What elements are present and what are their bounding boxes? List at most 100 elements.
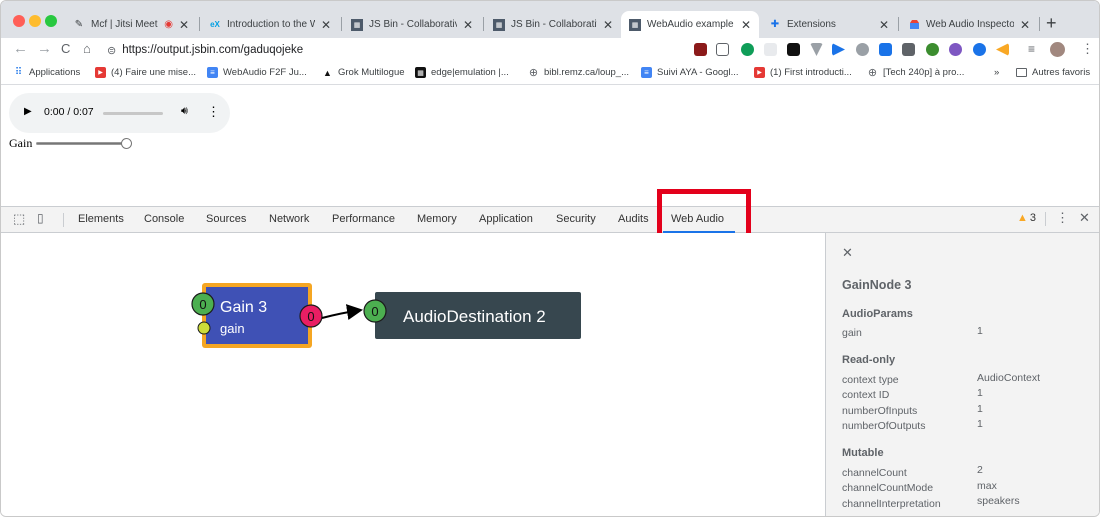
chat-icon[interactable] <box>856 43 869 56</box>
browser-toolbar: ← → C ⌂ ⊜ https://output.jsbin.com/gaduq… <box>1 38 1099 63</box>
tab-title: WebAudio example of <box>647 19 735 30</box>
bookmark-folder-autres-favoris[interactable]: Autres favoris <box>1016 67 1090 78</box>
bookmark-youtube-2[interactable]: ▶ (1) First introducti... <box>754 67 852 78</box>
bookmarks-bar: ⠿ Applications ▶ (4) Faire une mise... ≡… <box>1 63 1099 85</box>
tab-title: Web Audio Inspector <box>926 19 1014 30</box>
filter-icon[interactable] <box>810 43 823 56</box>
close-devtools-icon[interactable]: ✕ <box>1079 210 1090 226</box>
circle-extension-icon[interactable] <box>949 43 962 56</box>
tab-security[interactable]: Security <box>556 213 596 225</box>
tab-webaudio-example[interactable]: ▦ WebAudio example of ✕ <box>621 11 759 38</box>
tab-audits[interactable]: Audits <box>618 213 649 225</box>
avatar[interactable] <box>1050 42 1065 57</box>
property-value: 1 <box>977 418 983 430</box>
reading-list-icon[interactable]: ≡ <box>1028 42 1035 56</box>
close-tab-icon[interactable]: ✕ <box>603 18 613 32</box>
close-tab-icon[interactable]: ✕ <box>741 18 751 32</box>
tab-title: JS Bin - Collaborative <box>369 19 457 30</box>
bookmark-webaudio-f2f[interactable]: ≡ WebAudio F2F Ju... <box>207 67 307 78</box>
share-icon[interactable] <box>832 43 845 56</box>
bookmark-youtube-1[interactable]: ▶ (4) Faire une mise... <box>95 67 196 78</box>
play-icon[interactable]: ▶ <box>24 106 32 117</box>
property-value: AudioContext <box>977 372 1041 384</box>
facebook-icon[interactable] <box>902 43 915 56</box>
tab-application[interactable]: Application <box>479 213 533 225</box>
forward-icon[interactable]: → <box>37 40 52 57</box>
tab-performance[interactable]: Performance <box>332 213 395 225</box>
close-tab-icon[interactable]: ✕ <box>463 18 473 32</box>
tab-web-audio-inspector[interactable]: Web Audio Inspector ✕ <box>900 11 1038 38</box>
devtools-menu-icon[interactable]: ⋮ <box>1056 210 1069 226</box>
destination-input-port[interactable]: 0 <box>363 299 387 323</box>
audio-progress-track[interactable] <box>103 112 163 115</box>
section-heading: Read-only <box>842 354 896 366</box>
inspect-element-icon[interactable]: ⬚ <box>13 211 25 227</box>
close-window-button[interactable] <box>13 15 25 27</box>
browser-menu-icon[interactable]: ⋮ <box>1081 41 1094 57</box>
address-url: https://output.jsbin.com/gaduqojeke <box>122 44 304 56</box>
location-pin-icon[interactable] <box>741 43 754 56</box>
close-tab-icon[interactable]: ✕ <box>879 18 889 32</box>
reload-icon[interactable]: C <box>61 41 70 56</box>
gain-node[interactable]: Gain 3 gain <box>202 283 312 348</box>
bookmark-suivi-aya[interactable]: ≡ Suivi AYA - Googl... <box>641 67 739 78</box>
ublock-icon[interactable] <box>694 43 707 56</box>
gain-slider-thumb[interactable] <box>121 137 133 149</box>
home-icon[interactable]: ⌂ <box>83 41 91 56</box>
new-tab-icon[interactable]: + <box>1046 13 1057 34</box>
tab-elements[interactable]: Elements <box>78 213 124 225</box>
jsbin-icon: ▦ <box>351 18 363 31</box>
bookmark-extension-icon[interactable] <box>996 43 1009 56</box>
gain-input-port[interactable]: 0 <box>191 292 215 316</box>
draw-icon[interactable] <box>716 43 729 56</box>
tab-console[interactable]: Console <box>144 213 184 225</box>
close-tab-icon[interactable]: ✕ <box>1020 18 1030 32</box>
gain-output-port[interactable]: 0 <box>299 304 323 328</box>
close-tab-icon[interactable]: ✕ <box>321 18 331 32</box>
youtube-icon: ▶ <box>95 67 106 78</box>
bookmark-bibl[interactable]: ⊕ bibl.remz.ca/loup_... <box>528 67 629 79</box>
gain-label: Gain <box>9 136 33 150</box>
maximize-window-button[interactable] <box>45 15 57 27</box>
minimize-window-button[interactable] <box>29 15 41 27</box>
dot-extension-icon[interactable] <box>973 43 986 56</box>
tab-network[interactable]: Network <box>269 213 309 225</box>
blank-extension-icon[interactable] <box>764 43 777 56</box>
more-bookmarks-button[interactable]: » <box>994 67 999 78</box>
tab-title: Extensions <box>787 19 836 30</box>
warning-count: 3 <box>1029 212 1037 224</box>
tab-jitsi[interactable]: ✎ Mcf | Jitsi Meet ◉ ✕ <box>65 11 197 38</box>
tab-jsbin-1[interactable]: ▦ JS Bin - Collaborative ✕ <box>343 11 481 38</box>
gain-param-port[interactable] <box>197 321 211 335</box>
tab-memory[interactable]: Memory <box>417 213 457 225</box>
bookmark-label: WebAudio F2F Ju... <box>223 67 307 78</box>
property-value: speakers <box>977 495 1020 507</box>
volume-icon[interactable]: 🔊︎ <box>181 105 188 118</box>
web-audio-graph: Gain 3 gain 0 0 AudioDestination 2 0 <box>1 233 825 516</box>
tab-extensions[interactable]: ✚ Extensions ✕ <box>761 11 897 38</box>
feather-icon[interactable] <box>879 43 892 56</box>
tab-edx[interactable]: eX Introduction to the We ✕ <box>201 11 339 38</box>
bookmark-edge-emulation[interactable]: ▦ edge|emulation |... <box>415 67 509 78</box>
bookmark-label: » <box>994 67 1000 78</box>
globe-icon: ⊕ <box>867 67 878 79</box>
address-bar[interactable]: ⊜ https://output.jsbin.com/gaduqojeke <box>107 40 687 60</box>
bookmark-applications[interactable]: ⠿ Applications <box>13 67 80 78</box>
tab-jsbin-2[interactable]: ▦ JS Bin - Collaborative ✕ <box>485 11 621 38</box>
gain-slider[interactable] <box>36 137 133 149</box>
close-tab-icon[interactable]: ✕ <box>179 18 189 32</box>
property-key: channelCountMode <box>842 482 934 494</box>
destination-node[interactable]: AudioDestination 2 <box>375 292 581 339</box>
bookmark-grok[interactable]: ▲ Grok Multilogue <box>322 67 405 78</box>
bookmark-tech-240p[interactable]: ⊕ [Tech 240p] à pro... <box>867 67 964 79</box>
tab-sources[interactable]: Sources <box>206 213 246 225</box>
back-icon[interactable]: ← <box>13 40 28 57</box>
more-options-icon[interactable]: ⋮ <box>207 104 220 120</box>
close-panel-icon[interactable]: ✕ <box>842 245 853 261</box>
device-toolbar-icon[interactable]: ▯ <box>37 211 44 225</box>
page-content: ▶ 0:00 / 0:07 🔊︎ ⋮ Gain <box>1 85 1099 206</box>
binary-icon[interactable] <box>787 43 800 56</box>
extension-badge-icon[interactable] <box>926 43 939 56</box>
warnings-counter[interactable]: ▲ 3 <box>1017 212 1036 224</box>
site-info-icon[interactable]: ⊜ <box>107 44 116 57</box>
